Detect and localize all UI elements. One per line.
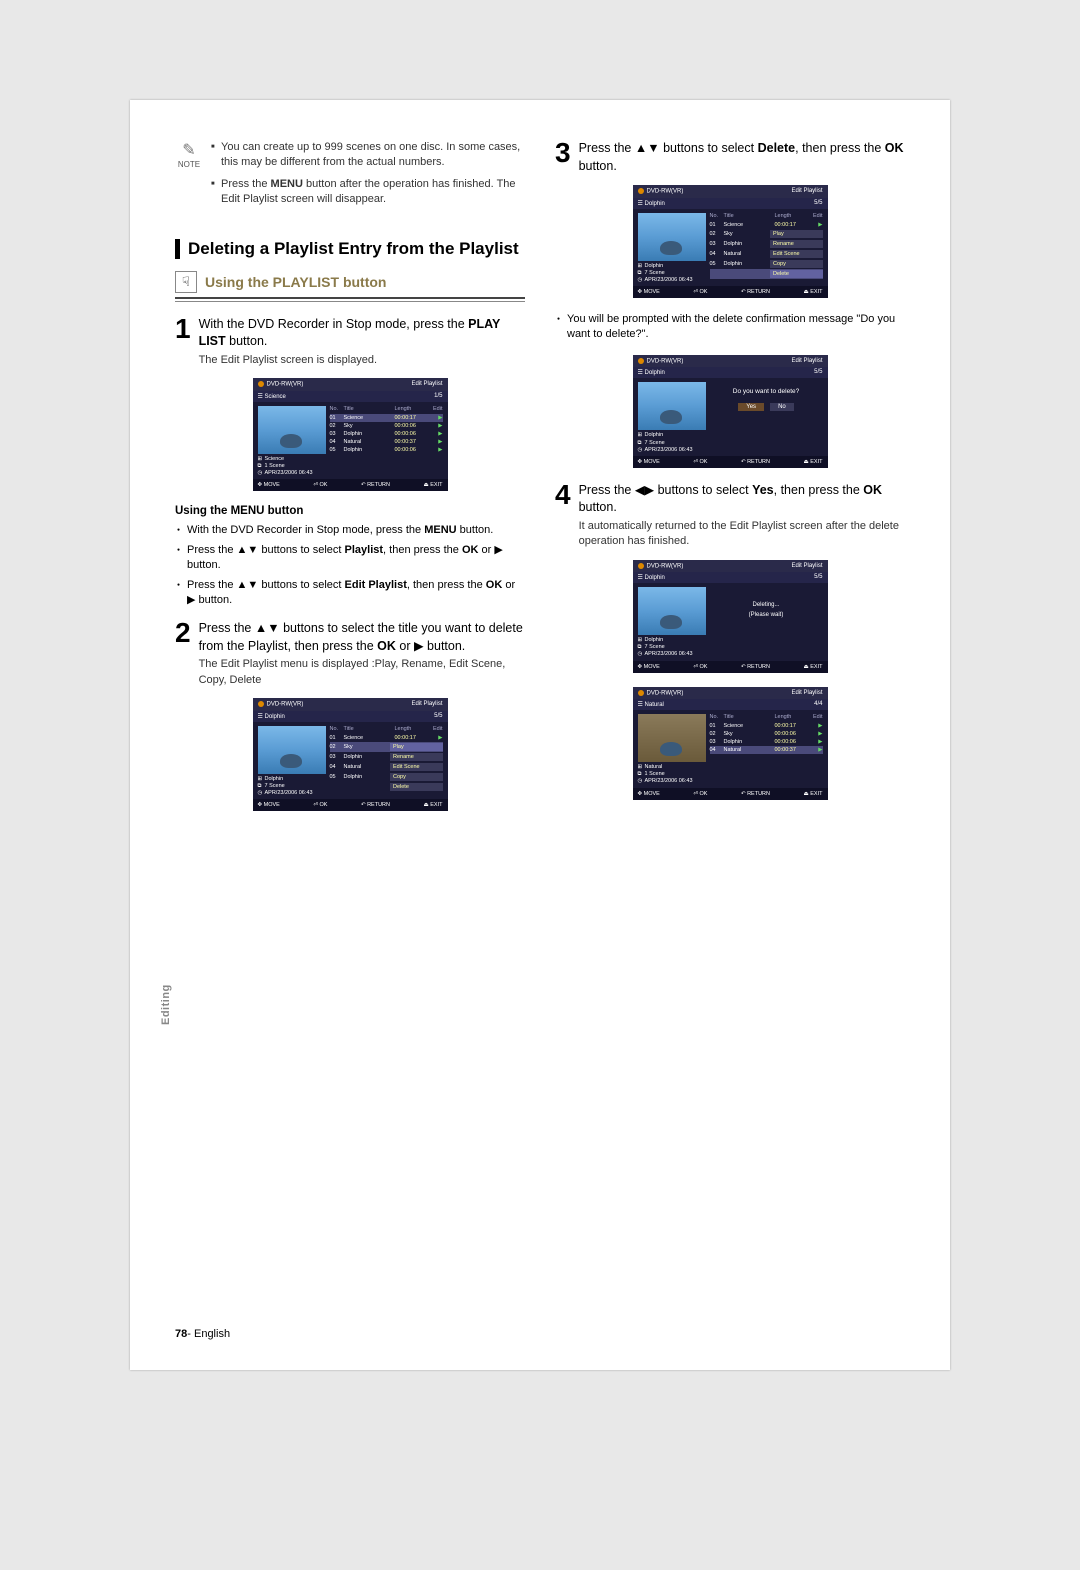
sub-title: Using the PLAYLIST button <box>205 274 386 290</box>
step-2: 2 Press the ▲▼ buttons to select the tit… <box>175 620 525 688</box>
step-text: Press the ▲▼ buttons to select Delete, t… <box>579 141 904 173</box>
screenshot-edit-playlist-2: DVD-RW(VR)Edit Playlist ☰ Dolphin5/5 ⊞Do… <box>253 698 448 811</box>
screenshot-confirm-delete: DVD-RW(VR)Edit Playlist ☰ Dolphin5/5 ⊞Do… <box>633 355 828 468</box>
thumbnail <box>258 726 326 774</box>
note-label: NOTE <box>175 160 203 169</box>
step-text: Press the ◀▶ buttons to select Yes, then… <box>579 483 882 515</box>
hand-icon: ☟ <box>175 271 197 293</box>
deleting-message: Deleting...(Please wait) <box>710 601 823 620</box>
step-text: With the DVD Recorder in Stop mode, pres… <box>199 317 501 349</box>
bullet-item: You will be prompted with the delete con… <box>555 312 905 343</box>
bullet-item: Press the ▲▼ buttons to select Edit Play… <box>175 578 525 609</box>
screenshot-deleting: DVD-RW(VR)Edit Playlist ☰ Dolphin5/5 ⊞Do… <box>633 560 828 673</box>
thumbnail <box>638 382 706 430</box>
step-subtext: The Edit Playlist menu is displayed :Pla… <box>199 657 525 688</box>
thumbnail <box>638 587 706 635</box>
step-number: 3 <box>555 140 571 175</box>
note-item: Press the MENU button after the operatio… <box>211 177 525 208</box>
left-column: ✎ NOTE You can create up to 999 scenes o… <box>175 140 525 825</box>
divider-thick <box>175 297 525 299</box>
page-number: 78- English <box>175 1328 230 1340</box>
no-button: No <box>770 403 794 411</box>
note-item: You can create up to 999 scenes on one d… <box>211 140 525 171</box>
menu-subhead: Using the MENU button <box>175 505 525 517</box>
note-block: ✎ NOTE You can create up to 999 scenes o… <box>175 140 525 214</box>
sub-title-bar: ☟ Using the PLAYLIST button <box>175 271 525 293</box>
right-bullets: You will be prompted with the delete con… <box>555 312 905 343</box>
manual-page: ✎ NOTE You can create up to 999 scenes o… <box>130 100 950 1370</box>
step-number: 1 <box>175 316 191 368</box>
thumbnail <box>638 213 706 261</box>
step-text: Press the ▲▼ buttons to select the title… <box>199 621 523 653</box>
divider-thin <box>175 301 525 302</box>
side-tab-editing: Editing <box>160 984 172 1025</box>
thumbnail <box>638 714 706 762</box>
menu-bullets: With the DVD Recorder in Stop mode, pres… <box>175 523 525 608</box>
step-3: 3 Press the ▲▼ buttons to select Delete,… <box>555 140 905 175</box>
confirm-message: Do you want to delete? <box>710 388 823 395</box>
bullet-item: Press the ▲▼ buttons to select Playlist,… <box>175 543 525 574</box>
yes-button: Yes <box>738 403 764 411</box>
right-column: 3 Press the ▲▼ buttons to select Delete,… <box>555 140 905 825</box>
screenshot-edit-playlist-1: DVD-RW(VR)Edit Playlist ☰ Science1/5 ⊞Sc… <box>253 378 448 491</box>
bullet-item: With the DVD Recorder in Stop mode, pres… <box>175 523 525 538</box>
thumbnail <box>258 406 326 454</box>
step-number: 4 <box>555 482 571 550</box>
step-subtext: The Edit Playlist screen is displayed. <box>199 353 525 368</box>
step-4: 4 Press the ◀▶ buttons to select Yes, th… <box>555 482 905 550</box>
step-1: 1 With the DVD Recorder in Stop mode, pr… <box>175 316 525 368</box>
note-icon: ✎ NOTE <box>175 140 203 214</box>
step-number: 2 <box>175 620 191 688</box>
screenshot-delete-highlight: DVD-RW(VR)Edit Playlist ☰ Dolphin5/5 ⊞Do… <box>633 185 828 298</box>
pencil-icon: ✎ <box>175 140 203 160</box>
section-title: Deleting a Playlist Entry from the Playl… <box>175 239 525 259</box>
step-subtext: It automatically returned to the Edit Pl… <box>579 519 905 550</box>
screenshot-after-delete: DVD-RW(VR)Edit Playlist ☰ Natural4/4 ⊞Na… <box>633 687 828 800</box>
